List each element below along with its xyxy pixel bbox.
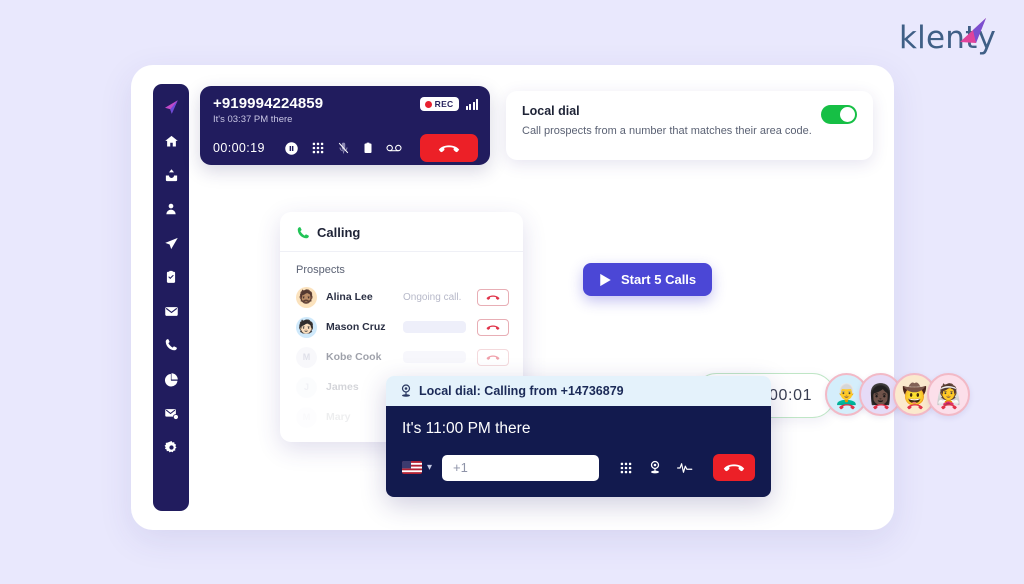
- reports-pie-icon: [164, 372, 178, 386]
- notes-clipboard-icon[interactable]: [362, 141, 374, 155]
- prospect-name: Mason Cruz: [326, 321, 386, 333]
- avatar: 🧑🏻: [296, 316, 317, 338]
- dialer-banner-text: Local dial: Calling from +14736879: [419, 384, 624, 398]
- inbox-icon: [165, 168, 177, 181]
- brand-logo: klenty: [899, 18, 996, 56]
- signal-strength-icon: [465, 98, 478, 110]
- call-phone-number: +919994224859: [213, 95, 324, 112]
- phone-number-input[interactable]: [442, 454, 600, 481]
- hangup-button[interactable]: [420, 134, 478, 162]
- contacts-icon: [166, 203, 176, 215]
- prospect-status-placeholder: [403, 321, 466, 333]
- sidebar-item-inbox[interactable]: [159, 164, 183, 186]
- app-shell: +919994224859 It's 03:37 PM there REC 00…: [131, 65, 970, 530]
- prospect-hangup-button[interactable]: [477, 288, 509, 306]
- sidebar-item-home[interactable]: [159, 130, 183, 152]
- send-icon: [164, 237, 178, 249]
- dialpad-icon[interactable]: [311, 141, 325, 155]
- email-icon: [164, 306, 178, 316]
- prospect-hangup-button[interactable]: [477, 318, 509, 336]
- local-dial-card: Local dial Call prospects from a number …: [506, 91, 873, 160]
- active-call-card: +919994224859 It's 03:37 PM there REC 00…: [200, 86, 490, 165]
- call-local-time: It's 03:37 PM there: [213, 114, 293, 125]
- local-dial-description: Call prospects from a number that matche…: [522, 125, 812, 137]
- rec-label: REC: [434, 99, 454, 109]
- record-dot-icon: [424, 100, 432, 108]
- avatar-cluster: 👨‍🦳 👩🏿 🤠 👰: [825, 373, 970, 416]
- local-dial-toggle[interactable]: [821, 105, 857, 124]
- home-icon: [164, 135, 178, 146]
- tasks-clipboard-icon: [166, 270, 176, 283]
- location-pin-icon[interactable]: [649, 460, 661, 475]
- waveform-icon[interactable]: [677, 461, 693, 475]
- pause-icon[interactable]: [284, 141, 299, 156]
- prospect-row[interactable]: 🧔🏽 Alina Lee Ongoing call.: [280, 282, 523, 312]
- avatar: J: [296, 376, 317, 398]
- calling-title: Calling: [317, 225, 361, 240]
- sidebar-item-logo[interactable]: [159, 96, 183, 118]
- dialpad-icon[interactable]: [619, 461, 633, 475]
- prospects-label: Prospects: [296, 264, 345, 276]
- sidebar-item-calls[interactable]: [159, 334, 183, 356]
- local-dial-title: Local dial: [522, 104, 580, 118]
- start-calls-label: Start 5 Calls: [621, 272, 697, 287]
- mic-muted-icon[interactable]: [337, 141, 350, 155]
- sidebar-item-cadences[interactable]: [159, 232, 183, 254]
- prospect-row[interactable]: M Kobe Cook: [280, 342, 523, 372]
- dialer-hangup-button[interactable]: [713, 454, 755, 481]
- gear-icon: [164, 440, 176, 452]
- phone-green-icon: [297, 226, 309, 238]
- sidebar-item-settings[interactable]: [159, 436, 183, 458]
- prospect-status-placeholder: [403, 351, 466, 363]
- avatar-4: 👰: [927, 373, 970, 416]
- play-icon: [600, 273, 611, 286]
- prospect-name: Alina Lee: [326, 291, 373, 303]
- page-root: klenty +919994224859 It's 03:37 PM there…: [0, 0, 1024, 584]
- dialer-widget: Local dial: Calling from +14736879 It's …: [386, 376, 771, 497]
- prospect-name: Kobe Cook: [326, 351, 382, 363]
- prospect-hangup-button[interactable]: [477, 348, 509, 366]
- dialer-local-time: It's 11:00 PM there: [402, 420, 531, 437]
- avatar: M: [296, 406, 317, 428]
- recording-badge: REC: [419, 97, 459, 111]
- sidebar-item-mail-settings[interactable]: [159, 402, 183, 424]
- phone-icon: [165, 339, 177, 351]
- hangup-badge-icon: [872, 404, 889, 410]
- sidebar-item-contacts[interactable]: [159, 198, 183, 220]
- country-select[interactable]: ▾: [402, 461, 432, 474]
- calling-panel-header: Calling: [280, 212, 523, 252]
- location-pin-icon: [401, 384, 411, 397]
- brand-mark-icon: [960, 18, 986, 43]
- voicemail-icon[interactable]: [386, 142, 402, 154]
- sidebar-item-email[interactable]: [159, 300, 183, 322]
- dialer-body: It's 11:00 PM there ▾: [386, 406, 771, 497]
- avatar: M: [296, 346, 317, 368]
- mail-settings-icon: [164, 408, 179, 420]
- start-calls-button[interactable]: Start 5 Calls: [583, 263, 713, 296]
- dialer-banner: Local dial: Calling from +14736879: [386, 376, 771, 406]
- logo-paper-plane-icon: [165, 100, 178, 114]
- prospect-name: James: [326, 381, 359, 393]
- hangup-badge-icon: [906, 404, 923, 410]
- sidebar-item-reports[interactable]: [159, 368, 183, 390]
- sidebar-item-tasks[interactable]: [159, 266, 183, 288]
- prospect-name: Mary: [326, 411, 351, 423]
- sidebar: [153, 84, 189, 511]
- chevron-down-icon: ▾: [427, 462, 433, 473]
- hangup-badge-icon: [838, 404, 855, 410]
- prospect-status: Ongoing call.: [403, 291, 462, 303]
- hangup-badge-icon: [940, 404, 957, 410]
- call-duration: 00:00:19: [213, 141, 265, 155]
- prospect-row[interactable]: 🧑🏻 Mason Cruz: [280, 312, 523, 342]
- us-flag-icon: [402, 461, 422, 474]
- avatar: 🧔🏽: [296, 286, 317, 308]
